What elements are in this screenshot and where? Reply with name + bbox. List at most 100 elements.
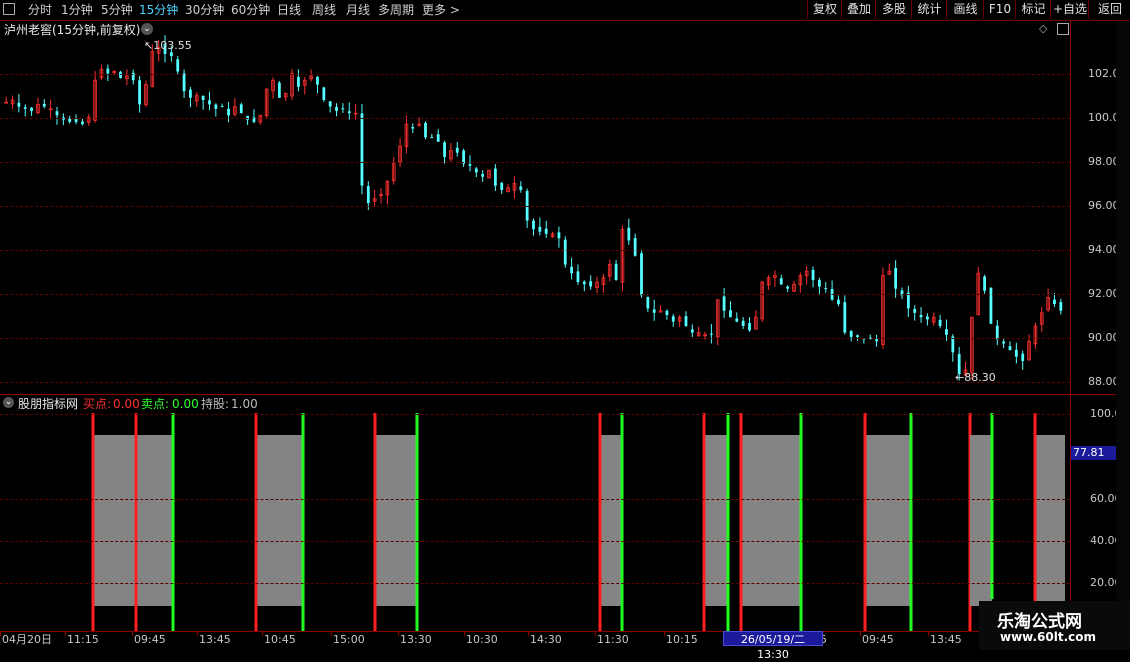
candle-body	[1053, 299, 1056, 305]
indicator-gridline	[0, 499, 1070, 500]
candle-body	[68, 118, 72, 122]
candle-body	[481, 174, 485, 177]
hold-block	[704, 435, 728, 606]
toolbar-button-0[interactable]: 复权	[807, 0, 842, 19]
candle-body	[1002, 341, 1006, 344]
toolbar-button-4[interactable]: 画线	[946, 0, 984, 19]
candle-body	[856, 335, 859, 337]
period-tab-0[interactable]: 分时	[28, 2, 52, 18]
candle-body	[690, 329, 694, 333]
candle-body	[189, 89, 192, 98]
indicator-chart[interactable]	[0, 395, 1070, 631]
candle-body	[627, 227, 631, 241]
time-axis-label: 13:30	[400, 633, 432, 646]
candle-body	[544, 228, 548, 234]
toolbar-button-1[interactable]: 叠加	[841, 0, 876, 19]
period-tab-7[interactable]: 周线	[312, 2, 336, 18]
candle-body	[316, 76, 319, 85]
candle-body	[55, 111, 59, 116]
price-tick-label: 98.00	[1088, 155, 1120, 168]
candle-body	[214, 104, 218, 109]
candle-body	[557, 232, 561, 239]
period-tab-4[interactable]: 30分钟	[185, 2, 224, 18]
candle-body	[614, 263, 618, 280]
price-tick-label: 92.00	[1088, 287, 1120, 300]
watermark-url: www.60lt.com	[1000, 630, 1097, 644]
candle-body	[570, 266, 574, 274]
time-axis-label: 13:45	[199, 633, 231, 646]
candle-body	[519, 186, 523, 190]
time-axis-tick	[262, 632, 263, 636]
candle-body	[563, 239, 567, 265]
candle-body	[983, 276, 986, 291]
side-strip	[1116, 21, 1130, 631]
toolbar-button-3[interactable]: 统计	[911, 0, 947, 19]
candle-body	[646, 296, 650, 309]
time-axis-label: 11:30	[597, 633, 629, 646]
time-axis-label: 09:45	[134, 633, 166, 646]
candle-body	[843, 302, 847, 333]
candle-body	[729, 310, 732, 318]
period-tab-1[interactable]: 1分钟	[61, 2, 93, 18]
period-tab-8[interactable]: 月线	[346, 2, 370, 18]
watermark: 乐淘公式网 www.60lt.com	[979, 601, 1130, 650]
period-tab-3[interactable]: 15分钟	[139, 2, 178, 18]
candle-body	[424, 122, 427, 138]
time-axis-label: 10:30	[466, 633, 498, 646]
period-tab-10[interactable]: 更多 >	[422, 2, 460, 18]
time-axis-label: 04月20日	[2, 633, 52, 646]
candle-body	[106, 68, 110, 74]
candle-body	[176, 59, 180, 72]
candle-body	[735, 318, 739, 322]
toolbar-button-7[interactable]: +自选	[1050, 0, 1089, 19]
candle-body	[138, 80, 141, 105]
candle-body	[894, 268, 898, 289]
candle-body	[684, 316, 688, 326]
candle-body	[538, 226, 542, 232]
hold-block	[970, 435, 992, 606]
price-gridline	[0, 382, 1070, 383]
period-tab-2[interactable]: 5分钟	[101, 2, 133, 18]
candle-body	[837, 299, 840, 305]
candle-body	[875, 339, 878, 342]
candle-body	[1014, 349, 1018, 357]
toolbar-button-2[interactable]: 多股	[875, 0, 912, 19]
candle-body	[576, 271, 580, 283]
candle-body	[741, 320, 745, 326]
candle-body	[208, 100, 211, 105]
high-price-value: 103.55	[153, 39, 192, 52]
window-menu-icon[interactable]	[3, 3, 15, 15]
candle-body	[493, 168, 497, 186]
hold-block	[136, 435, 173, 606]
toolbar-button-8[interactable]: 返回	[1088, 0, 1130, 19]
toolbar-button-6[interactable]: 标记	[1015, 0, 1051, 19]
hold-block	[865, 435, 911, 606]
period-tab-5[interactable]: 60分钟	[231, 2, 270, 18]
period-tab-9[interactable]: 多周期	[378, 2, 414, 18]
toolbar-button-5[interactable]: F10	[983, 0, 1016, 19]
hold-block	[256, 435, 303, 606]
time-axis-tick	[0, 632, 1, 636]
candle-body	[347, 111, 351, 114]
time-axis-tick	[464, 632, 465, 636]
time-axis-label: 14:30	[530, 633, 562, 646]
time-axis-tick	[398, 632, 399, 636]
candle-body	[436, 134, 440, 142]
time-axis-tick	[860, 632, 861, 636]
candle-body	[926, 316, 929, 320]
price-tick-label: 100.0	[1088, 111, 1120, 124]
price-gridline	[0, 74, 1070, 75]
hold-block	[1035, 435, 1065, 606]
time-axis-tick	[928, 632, 929, 636]
candle-body	[322, 87, 326, 100]
period-tab-6[interactable]: 日线	[277, 2, 301, 18]
indicator-gridline	[0, 541, 1070, 542]
price-tick-label: 102.0	[1088, 67, 1120, 80]
candle-body	[722, 296, 726, 311]
time-axis-label: 10:45	[264, 633, 296, 646]
candle-body	[665, 310, 669, 316]
candle-body	[1008, 346, 1012, 351]
price-tick-label: 94.00	[1088, 243, 1120, 256]
indicator-gridline	[0, 414, 1070, 415]
candle-body	[297, 76, 300, 87]
